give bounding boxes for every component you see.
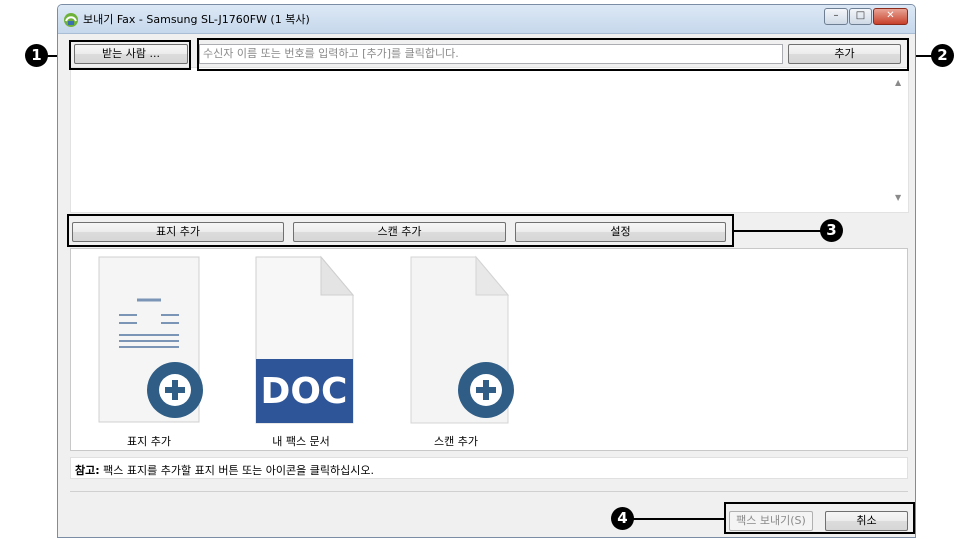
callout-4-line — [633, 518, 724, 520]
cover-page-add-icon[interactable] — [89, 255, 209, 425]
send-fax-button[interactable]: 팩스 보내기(S) — [729, 511, 813, 531]
documents-panel: 표지 추가 DOC 내 팩스 문서 스캔 추가 — [70, 248, 908, 451]
maximize-button[interactable]: □ — [849, 8, 872, 25]
close-button[interactable]: ✕ — [873, 8, 908, 25]
callout-1: 1 — [25, 44, 48, 67]
add-recipient-button[interactable]: 추가 — [788, 44, 901, 64]
note-bar: 참고: 팩스 표지를 추가할 표지 버튼 또는 아이콘을 클릭하십시오. — [70, 457, 908, 479]
my-fax-document-item[interactable]: DOC 내 팩스 문서 — [241, 255, 361, 448]
scan-page-label: 스캔 추가 — [434, 435, 478, 448]
callout-3: 3 — [820, 219, 843, 242]
cancel-button[interactable]: 취소 — [825, 511, 908, 531]
add-scan-button[interactable]: 스캔 추가 — [293, 222, 506, 242]
recipient-input[interactable]: 수신자 이름 또는 번호를 입력하고 [추가]를 클릭합니다. — [199, 44, 783, 64]
fax-app-icon — [64, 13, 78, 27]
window-title: 보내기 Fax - Samsung SL-J1760FW (1 복사) — [83, 13, 310, 26]
plus-circle-icon — [147, 362, 203, 418]
note-prefix: 참고: — [75, 464, 100, 477]
scan-page-item[interactable]: 스캔 추가 — [396, 255, 516, 448]
callout-2: 2 — [931, 44, 954, 67]
scroll-down-icon[interactable]: ▼ — [895, 193, 901, 202]
recipient-list[interactable]: ▲ ▼ — [70, 67, 909, 213]
recipient-scrollbar[interactable]: ▲ ▼ — [891, 68, 908, 212]
scan-page-add-icon[interactable] — [396, 255, 516, 425]
footer-divider — [70, 491, 908, 492]
note-message: 팩스 표지를 추가할 표지 버튼 또는 아이콘을 클릭하십시오. — [99, 464, 374, 477]
cover-page-label: 표지 추가 — [127, 435, 171, 448]
fax-window: 보내기 Fax - Samsung SL-J1760FW (1 복사) – □ … — [57, 4, 916, 538]
my-fax-document-label: 내 팩스 문서 — [272, 435, 330, 448]
minimize-button[interactable]: – — [824, 8, 848, 25]
plus-circle-icon — [458, 362, 514, 418]
doc-file-icon[interactable]: DOC — [241, 255, 361, 425]
note-text: 참고: 팩스 표지를 추가할 표지 버튼 또는 아이콘을 클릭하십시오. — [75, 462, 374, 478]
recipient-button[interactable]: 받는 사람 ... — [74, 44, 188, 64]
settings-button[interactable]: 설정 — [515, 222, 726, 242]
cover-page-item[interactable]: 표지 추가 — [89, 255, 209, 448]
title-bar: 보내기 Fax - Samsung SL-J1760FW (1 복사) – □ … — [58, 5, 915, 34]
scroll-up-icon[interactable]: ▲ — [895, 78, 901, 87]
add-cover-button[interactable]: 표지 추가 — [72, 222, 284, 242]
doc-badge-text: DOC — [261, 371, 348, 412]
callout-4: 4 — [611, 507, 634, 530]
callout-3-line — [734, 230, 821, 232]
